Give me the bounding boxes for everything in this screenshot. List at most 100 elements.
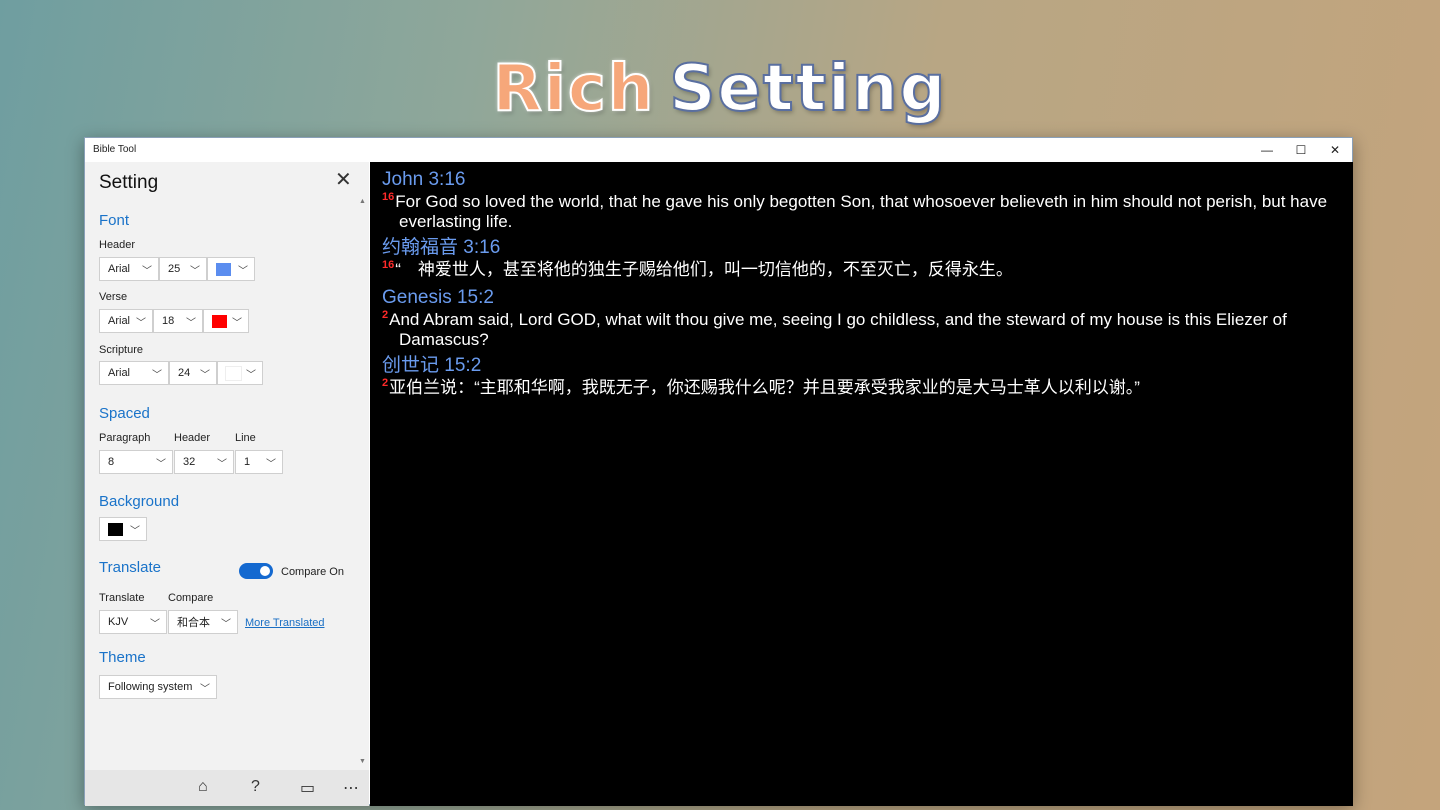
verse-color-swatch [212, 314, 227, 328]
verse-font-value: Arial [108, 315, 131, 327]
chevron-down-icon: ﹀ [232, 318, 242, 329]
paragraph-spacing-select[interactable]: 8 ﹀ [99, 450, 173, 474]
chevron-down-icon: ﹀ [190, 266, 200, 277]
passage-reference: 约翰福音 3:16 [382, 237, 501, 258]
translate-select[interactable]: KJV ﹀ [99, 610, 167, 634]
chevron-down-icon: ﹀ [217, 459, 227, 470]
scripture-font-value: Arial [108, 367, 131, 379]
toggle-knob [260, 566, 270, 576]
compare-toggle-label: Compare On [281, 566, 344, 578]
verse-number: 2 [382, 377, 389, 389]
passage-reference: 创世记 15:2 [382, 355, 482, 376]
hero-title-word-rich: Rich [492, 51, 656, 127]
window-titlebar: Bible Tool — ☐ ✕ [85, 138, 1352, 162]
verse-number: 2 [382, 309, 389, 321]
font-section-title: Font [99, 212, 130, 229]
line-spacing-label: Line [235, 432, 256, 444]
translate-label: Translate [99, 592, 145, 604]
verse-number: 16 [382, 191, 395, 203]
more-translated-link[interactable]: More Translated [245, 617, 324, 629]
chevron-down-icon: ﹀ [150, 619, 160, 630]
paragraph-spacing-value: 8 [108, 456, 115, 468]
header-color-select[interactable]: ﹀ [207, 257, 255, 281]
compare-label: Compare [168, 592, 214, 604]
more-icon[interactable]: ⋯ [343, 778, 359, 798]
verse-font-label: Verse [99, 291, 128, 303]
passage-verse: 2And Abram said, Lord GOD, what wilt tho… [382, 310, 1341, 350]
verse-color-select[interactable]: ﹀ [203, 309, 249, 333]
verse-text: “ 神爱世人，甚至将他的独生子赐给他们，叫一切信他的，不至灭亡，反得永生。 [395, 260, 1013, 279]
chevron-down-icon: ﹀ [221, 619, 231, 630]
header-size-value: 25 [168, 263, 181, 275]
chevron-down-icon: ﹀ [152, 370, 162, 381]
chevron-down-icon: ﹀ [200, 370, 210, 381]
header-font-label: Header [99, 239, 136, 251]
header-spacing-label: Header [174, 432, 211, 444]
header-font-value: Arial [108, 263, 131, 275]
scroll-up-icon[interactable]: ▲ [359, 198, 366, 205]
minimize-button[interactable]: — [1250, 138, 1284, 162]
chevron-down-icon: ﹀ [130, 526, 140, 537]
maximize-button[interactable]: ☐ [1284, 138, 1318, 162]
compare-select[interactable]: 和合本 ﹀ [168, 610, 238, 634]
background-color-select[interactable]: ﹀ [99, 517, 147, 541]
scripture-color-select[interactable]: ﹀ [217, 361, 263, 385]
chevron-down-icon: ﹀ [186, 318, 196, 329]
theme-select[interactable]: Following system ﹀ [99, 675, 217, 699]
header-spacing-select[interactable]: 32 ﹀ [174, 450, 234, 474]
verse-font-select[interactable]: Arial ﹀ [99, 309, 153, 333]
spaced-section-title: Spaced [99, 405, 150, 422]
passage-verse: 16“ 神爱世人，甚至将他的独生子赐给他们，叫一切信他的，不至灭亡，反得永生。 [382, 260, 1341, 280]
chevron-down-icon: ﹀ [156, 459, 166, 470]
background-color-swatch [108, 522, 123, 536]
verse-text: 亚伯兰说：“主耶和华啊，我既无子，你还赐我什么呢？并且要承受我家业的是大马士革人… [389, 378, 1140, 397]
verse-text: And Abram said, Lord GOD, what wilt thou… [389, 310, 1287, 349]
scripture-color-swatch [225, 365, 242, 381]
home-icon[interactable]: ⌂ [198, 778, 208, 796]
header-color-swatch [216, 262, 231, 276]
chevron-down-icon: ﹀ [238, 266, 248, 277]
scripture-reader: John 3:16 16For God so loved the world, … [370, 162, 1353, 806]
compare-value: 和合本 [177, 617, 210, 629]
passage-reference: John 3:16 [382, 169, 466, 190]
display-icon[interactable]: ▭ [300, 778, 315, 798]
hero-title-word-setting: Setting [668, 51, 948, 127]
verse-size-value: 18 [162, 315, 175, 327]
scripture-font-select[interactable]: Arial ﹀ [99, 361, 169, 385]
chevron-down-icon: ﹀ [200, 684, 210, 695]
window-controls: — ☐ ✕ [1250, 138, 1352, 162]
chevron-down-icon: ﹀ [136, 318, 146, 329]
close-window-button[interactable]: ✕ [1318, 138, 1352, 162]
verse-text: For God so loved the world, that he gave… [395, 192, 1328, 231]
paragraph-spacing-label: Paragraph [99, 432, 151, 444]
close-settings-icon[interactable]: ✕ [335, 170, 352, 190]
verse-number: 16 [382, 259, 395, 271]
settings-pane: Setting ✕ ▲ Font Header Arial ﹀ 25 ﹀ ﹀ Ver… [85, 162, 369, 806]
chevron-down-icon: ﹀ [142, 266, 152, 277]
help-icon[interactable]: ? [251, 778, 260, 796]
line-spacing-select[interactable]: 1 ﹀ [235, 450, 283, 474]
app-window: Bible Tool — ☐ ✕ Setting ✕ ▲ Font Header… [84, 137, 1353, 806]
translate-section-title: Translate [99, 559, 161, 576]
scripture-size-select[interactable]: 24 ﹀ [169, 361, 217, 385]
window-title: Bible Tool [93, 144, 137, 155]
header-font-select[interactable]: Arial ﹀ [99, 257, 159, 281]
theme-value: Following system [108, 681, 193, 693]
scroll-down-icon[interactable]: ▼ [359, 758, 366, 765]
header-size-select[interactable]: 25 ﹀ [159, 257, 207, 281]
verse-size-select[interactable]: 18 ﹀ [153, 309, 203, 333]
background-section-title: Background [99, 493, 180, 510]
line-spacing-value: 1 [244, 456, 251, 468]
theme-section-title: Theme [99, 649, 146, 666]
hero-title: Rich Setting [0, 51, 1440, 127]
chevron-down-icon: ﹀ [246, 370, 256, 381]
chevron-down-icon: ﹀ [266, 459, 276, 470]
bottom-app-bar: ⌂ ? ▭ ⋯ [85, 770, 369, 806]
scripture-font-label: Scripture [99, 344, 144, 356]
translate-value: KJV [108, 616, 129, 628]
passage-verse: 16For God so loved the world, that he ga… [382, 192, 1341, 232]
scripture-size-value: 24 [178, 367, 191, 379]
passage-reference: Genesis 15:2 [382, 287, 494, 308]
compare-toggle[interactable] [239, 563, 273, 579]
passage-verse: 2亚伯兰说：“主耶和华啊，我既无子，你还赐我什么呢？并且要承受我家业的是大马士革… [382, 378, 1341, 398]
